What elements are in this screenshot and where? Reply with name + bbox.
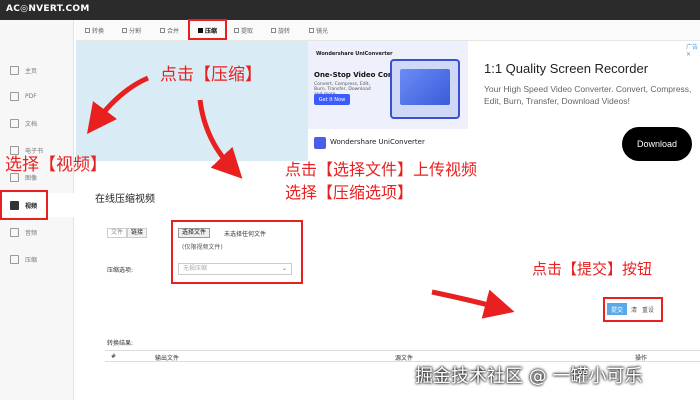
pdf-icon [10, 91, 19, 101]
ad-description: Your High Speed Video Converter. Convert… [484, 84, 692, 106]
tab-rotate[interactable]: 旋转 [271, 24, 290, 37]
compression-option-label: 压缩选项: [107, 267, 134, 274]
sidebar-item-document[interactable]: 文档 [0, 111, 74, 135]
video-highlight-box [0, 190, 48, 220]
annotation-upload-steps: 点击【选择文件】上传视频 选择【压缩选项】 [285, 158, 477, 204]
page-title: 在线压缩视频 [95, 194, 155, 205]
compression-option-select[interactable]: 无损压缩 ⌄ [178, 263, 292, 275]
top-header: AC◎NVERT.COM [0, 0, 700, 20]
file-hint: (仅限视频文件) [182, 244, 223, 251]
tab-split[interactable]: 分割 [122, 24, 141, 37]
mode-file-button[interactable]: 文件 [107, 228, 128, 238]
chevron-down-icon: ⌄ [281, 265, 287, 272]
source-mode-toggle: 文件 链接 [107, 228, 148, 238]
checkbox-icon [122, 28, 127, 33]
checkbox-icon [234, 28, 239, 33]
checkbox-icon [85, 28, 90, 33]
ad-brand: Wondershare UniConverter [316, 51, 393, 57]
audio-icon [10, 227, 19, 237]
ad-device-image [390, 59, 460, 119]
clear-button[interactable]: 清 [631, 305, 637, 314]
column-index: # [111, 353, 117, 360]
arrow-to-submit [431, 289, 515, 319]
annotation-option-line: 选择【压缩选项】 [285, 183, 414, 202]
tab-extract[interactable]: 提取 [234, 24, 253, 37]
column-source-file: 源文件 [395, 355, 414, 362]
home-icon [10, 65, 19, 75]
ad-product-name: Wondershare UniConverter [330, 138, 425, 146]
checkbox-icon [160, 28, 165, 33]
ad-banner[interactable]: Wondershare UniConverter One-Stop Video … [308, 41, 468, 129]
reset-button[interactable]: 重设 [642, 305, 654, 314]
ad-close-icon[interactable]: 广告 ✕ [686, 42, 700, 58]
sidebar-item-label: 文档 [25, 120, 38, 128]
column-actions: 操作 [635, 355, 648, 362]
ad-download-button[interactable]: Download [622, 127, 692, 161]
sidebar-item-home[interactable]: 主页 [0, 58, 74, 82]
ad-get-it-button[interactable]: Get It Now [314, 94, 350, 105]
ad-product-bar[interactable]: Wondershare UniConverter [308, 129, 468, 161]
upload-panel-background [76, 41, 308, 161]
site-logo[interactable]: AC◎NVERT.COM [6, 4, 90, 14]
sidebar-item-label: PDF [25, 92, 37, 100]
sidebar-item-archive[interactable]: 压缩 [0, 247, 74, 271]
watermark: 掘金技术社区 @ 一罐小可乐 [415, 366, 643, 387]
uniconverter-logo-icon [314, 137, 326, 149]
annotation-select-video: 选择【视频】 [5, 155, 107, 175]
file-status: 未选择任何文件 [224, 231, 267, 238]
results-table-header: # 输出文件 源文件 操作 [105, 350, 700, 362]
tab-merge[interactable]: 合并 [160, 24, 179, 37]
document-icon [10, 118, 19, 128]
tab-mirror[interactable]: 镜光 [309, 24, 328, 37]
column-output-file: 输出文件 [155, 355, 180, 362]
choose-file-button[interactable]: 选择文件 [178, 228, 211, 238]
annotation-click-compress: 点击【压缩】 [160, 65, 262, 85]
checkbox-icon [309, 28, 314, 33]
archive-icon [10, 254, 19, 264]
tab-convert[interactable]: 转换 [85, 24, 104, 37]
submit-button[interactable]: 提交 [607, 303, 627, 315]
sidebar-item-label: 音频 [25, 229, 38, 237]
annotation-upload-line: 点击【选择文件】上传视频 [285, 160, 478, 179]
ad-title: 1:1 Quality Screen Recorder [484, 61, 649, 76]
sidebar-item-label: 主页 [25, 67, 38, 75]
compress-tab-highlight-box [188, 19, 227, 40]
checkbox-icon [271, 28, 276, 33]
mode-link-button[interactable]: 链接 [127, 228, 148, 238]
annotation-click-submit: 点击【提交】按钮 [532, 260, 653, 278]
results-label: 转换结果: [107, 340, 134, 347]
sidebar-item-label: 压缩 [25, 256, 38, 264]
ad-text-panel: 1:1 Quality Screen Recorder Your High Sp… [468, 41, 700, 161]
sidebar-item-audio[interactable]: 音频 [0, 220, 74, 244]
sidebar-item-pdf[interactable]: PDF [0, 84, 74, 108]
